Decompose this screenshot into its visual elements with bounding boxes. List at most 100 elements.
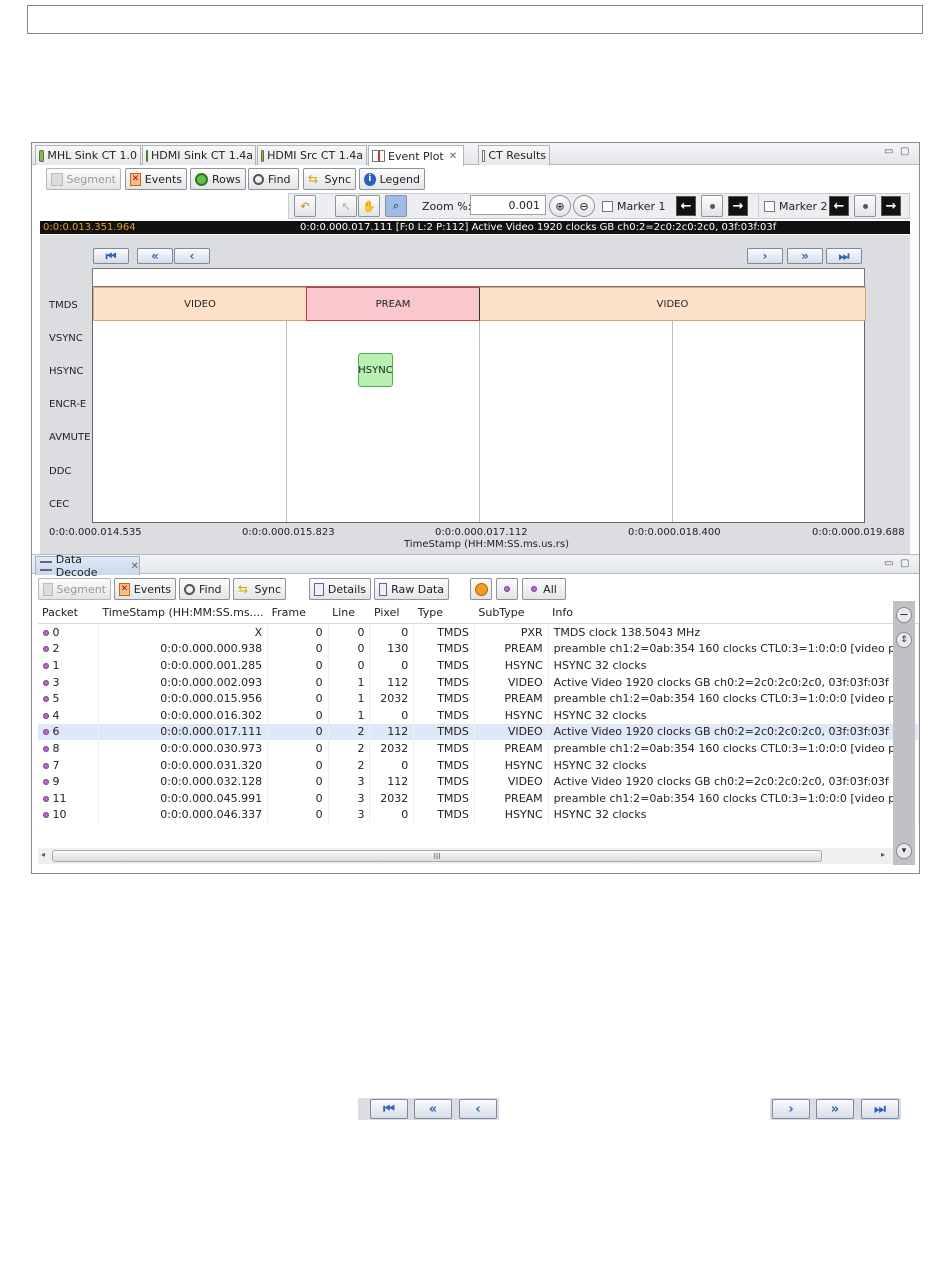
fast-back-icon[interactable]: «: [137, 248, 173, 264]
dd-sync-button[interactable]: ⇆ Sync: [233, 578, 286, 600]
column-header[interactable]: Frame: [267, 601, 329, 624]
table-row[interactable]: 8 0:0:0.000.030.973 0 2 2032 TMDS PREAM preambl…: [38, 740, 920, 757]
pointer-icon[interactable]: ↖: [335, 195, 357, 217]
scroll-up-icon[interactable]: −: [896, 607, 912, 623]
table-row[interactable]: 3 0:0:0.000.002.093 0 1 112 TMDS VIDEO Active V…: [38, 673, 920, 691]
plot-area[interactable]: VIDEO PREAM VIDEO HSYNC: [92, 287, 866, 523]
zoom-select-icon[interactable]: ⌕: [385, 195, 407, 217]
marker2-prev-icon[interactable]: ←: [829, 196, 849, 216]
tab-hdmi-src-ct[interactable]: HDMI Src CT 1.4a: [257, 145, 367, 165]
fast-back-icon[interactable]: «: [414, 1099, 452, 1119]
data-decode-header: Data Decode ✕ ▭ ▢: [32, 553, 919, 579]
column-header[interactable]: Type: [413, 601, 475, 624]
first-page-icon[interactable]: ⏮: [93, 248, 129, 264]
dd-segment-button[interactable]: Segment: [38, 578, 111, 600]
column-header[interactable]: SubType: [474, 601, 549, 624]
scroll-thumb-icon[interactable]: ⇕: [896, 632, 912, 648]
events-button[interactable]: ✕ Events: [125, 168, 187, 190]
tab-data-decode[interactable]: Data Decode ✕: [35, 553, 140, 579]
table-row[interactable]: 2 0:0:0.000.000.938 0 0 130 TMDS PREAM preamble…: [38, 640, 920, 658]
fast-forward-icon[interactable]: »: [787, 248, 823, 264]
axis-tick: 0:0:0.000.015.823: [242, 527, 335, 538]
back-icon[interactable]: ‹: [459, 1099, 497, 1119]
marker2-checkbox[interactable]: [764, 200, 775, 212]
scroll-thumb[interactable]: III: [52, 850, 822, 862]
tab-label: MHL Sink CT 1.0: [47, 149, 137, 162]
maximize-icon[interactable]: ▢: [900, 558, 909, 569]
event-plot: ⏮ « ‹ › » ⏭ TMDS VSYNC HSYNC ENCR-E AVMU…: [40, 235, 910, 555]
sync-button[interactable]: ⇆ Sync: [303, 168, 356, 190]
vertical-scrollbar[interactable]: − ⇕ ▾: [893, 601, 915, 865]
magnifier-icon: [184, 583, 195, 595]
table-row[interactable]: 1 0:0:0.000.001.285 0 0 0 TMDS HSYNC HSYNC 32 c…: [38, 657, 920, 674]
tmds-video-segment[interactable]: VIDEO: [93, 287, 307, 321]
data-decode-table: Packet TimeStamp (HH:MM:SS.ms.... Frame …: [38, 601, 920, 824]
segment-button[interactable]: Segment: [46, 168, 121, 190]
pan-hand-icon[interactable]: ✋: [358, 195, 380, 217]
minimize-icon[interactable]: ▭: [884, 146, 893, 157]
all-label: All: [543, 582, 557, 596]
marker2-next-icon[interactable]: →: [881, 196, 901, 216]
scroll-left-icon[interactable]: ◂: [41, 850, 45, 859]
table-row[interactable]: 5 0:0:0.000.015.956 0 1 2032 TMDS PREAM preambl…: [38, 690, 920, 707]
scroll-right-icon[interactable]: ▸: [881, 850, 885, 859]
marker1-label: Marker 1: [617, 199, 666, 213]
grid-line: [479, 287, 480, 522]
column-header[interactable]: Info: [548, 601, 919, 624]
minimize-icon[interactable]: ▭: [884, 558, 893, 569]
legend-button[interactable]: i Legend: [359, 168, 425, 190]
dd-events-button[interactable]: ✕ Events: [114, 578, 176, 600]
zoom-input[interactable]: 0.001: [470, 195, 546, 215]
find-button[interactable]: Find: [248, 168, 299, 190]
zoom-in-icon[interactable]: ⊕: [549, 195, 571, 217]
fast-forward-icon[interactable]: »: [816, 1099, 854, 1119]
overview-strip[interactable]: [92, 268, 865, 287]
forward-icon[interactable]: ›: [772, 1099, 810, 1119]
table-row[interactable]: 0 X 0 0 0 TMDS PXR TMDS clock 138.5043 MHz: [38, 623, 920, 641]
tab-mhl-sink-ct[interactable]: MHL Sink CT 1.0: [35, 145, 141, 165]
table-row[interactable]: 4 0:0:0.000.016.302 0 1 0 TMDS HSYNC HSYNC 32 c…: [38, 706, 920, 724]
table-row[interactable]: 11 0:0:0.000.045.991 0 3 2032 TMDS PREAM preamb…: [38, 789, 920, 807]
details-button[interactable]: Details: [309, 578, 371, 600]
hsync-event[interactable]: HSYNC: [358, 353, 393, 387]
back-icon[interactable]: ‹: [174, 248, 210, 264]
close-icon[interactable]: ✕: [449, 151, 457, 162]
tmds-video-segment[interactable]: VIDEO: [479, 287, 866, 321]
rows-button[interactable]: Rows: [190, 168, 246, 190]
zoom-out-icon[interactable]: ⊖: [573, 195, 595, 217]
column-header[interactable]: TimeStamp (HH:MM:SS.ms....: [98, 601, 268, 624]
table-row[interactable]: 7 0:0:0.000.031.320 0 2 0 TMDS HSYNC HSYNC 32 c…: [38, 756, 920, 774]
undo-zoom-icon[interactable]: ↶: [294, 195, 316, 217]
marker2-center-icon[interactable]: [854, 195, 876, 217]
close-icon[interactable]: ✕: [131, 561, 139, 572]
table-row[interactable]: 9 0:0:0.000.032.128 0 3 112 TMDS VIDEO Active V…: [38, 773, 920, 790]
tmds-pream-segment[interactable]: PREAM: [306, 287, 480, 321]
first-page-icon[interactable]: ⏮: [370, 1099, 408, 1119]
tab-event-plot[interactable]: Event Plot ✕: [368, 145, 464, 166]
alert-filter-icon[interactable]: [470, 578, 492, 600]
dot-filter-icon[interactable]: [496, 578, 518, 600]
scroll-down-icon[interactable]: ▾: [896, 843, 912, 859]
tab-hdmi-sink-ct[interactable]: HDMI Sink CT 1.4a: [142, 145, 256, 165]
marker1-checkbox[interactable]: [602, 200, 613, 212]
last-page-icon[interactable]: ⏭: [826, 248, 862, 264]
details-icon: [314, 582, 324, 596]
marker1-center-icon[interactable]: [701, 195, 723, 217]
dd-find-button[interactable]: Find: [179, 578, 230, 600]
table-row-selected[interactable]: 6 0:0:0.000.017.111 0 2 112 TMDS VIDEO Active V…: [38, 723, 920, 741]
column-header[interactable]: Pixel: [369, 601, 414, 624]
table-row[interactable]: 10 0:0:0.000.046.337 0 3 0 TMDS HSYNC HSYNC 32 …: [38, 806, 920, 824]
marker1-next-icon[interactable]: →: [728, 196, 748, 216]
maximize-icon[interactable]: ▢: [900, 146, 909, 157]
tab-ct-results[interactable]: CT Results: [478, 145, 550, 165]
horizontal-scrollbar[interactable]: ◂ III ▸: [38, 848, 893, 864]
forward-icon[interactable]: ›: [747, 248, 783, 264]
last-page-icon[interactable]: ⏭: [861, 1099, 899, 1119]
column-header[interactable]: Packet: [38, 601, 99, 624]
column-header[interactable]: Line: [328, 601, 370, 624]
marker2-toggle[interactable]: Marker 2: [764, 195, 830, 217]
raw-data-button[interactable]: Raw Data: [374, 578, 449, 600]
marker1-prev-icon[interactable]: ←: [676, 196, 696, 216]
all-filter-button[interactable]: All: [522, 578, 566, 600]
marker1-toggle[interactable]: Marker 1: [602, 195, 668, 217]
